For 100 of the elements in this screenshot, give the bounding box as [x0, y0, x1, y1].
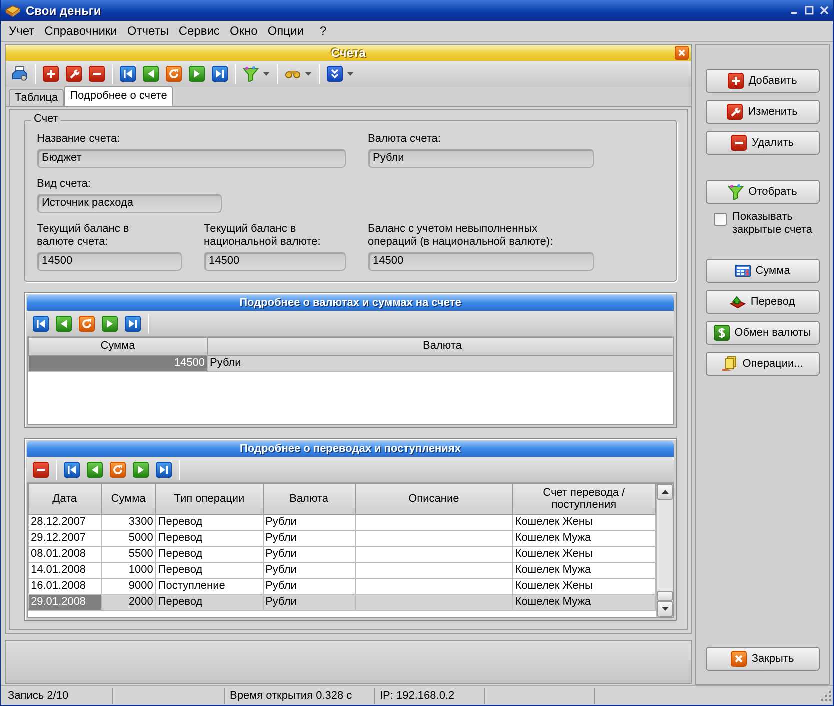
- menu-item[interactable]: Опции: [262, 22, 309, 40]
- action-button[interactable]: Перевод: [706, 290, 820, 314]
- refresh-icon[interactable]: [110, 462, 126, 478]
- table-row[interactable]: 29.01.2008 2000 Перевод Рубли Кошелек Мужа: [28, 594, 656, 610]
- scrollbar[interactable]: [656, 484, 673, 617]
- table-cell: 14500: [28, 355, 208, 371]
- checkbox-label: Показывать закрытые счета: [732, 211, 814, 237]
- close-button[interactable]: Закрыть: [706, 647, 820, 671]
- action-button[interactable]: Изменить: [706, 100, 820, 124]
- funnel-icon[interactable]: [243, 66, 259, 82]
- menu-item[interactable]: Отчеты: [122, 22, 174, 40]
- table-row[interactable]: 08.01.2008 5500 Перевод Рубли Кошелек Жены: [28, 546, 656, 562]
- table-cell: Перевод: [156, 562, 264, 578]
- field-label: Название счета:: [37, 133, 122, 146]
- action-button[interactable]: Добавить: [706, 69, 820, 93]
- action-button[interactable]: Обмен валюты: [706, 321, 820, 345]
- menu-item[interactable]: Учет: [4, 22, 40, 40]
- field-label: Текущий баланс в валюте счета:: [37, 223, 130, 249]
- double-chevron-icon[interactable]: [327, 66, 343, 82]
- wrench-icon[interactable]: [66, 66, 82, 82]
- input-field[interactable]: 14500: [368, 252, 594, 271]
- scroll-down-icon[interactable]: [662, 607, 668, 611]
- status-text: IP: 192.168.0.2: [375, 688, 485, 704]
- column-header[interactable]: Счет перевода / поступления: [512, 484, 656, 514]
- field-label: Валюта счета:: [368, 133, 442, 146]
- input-field[interactable]: Источник расхода: [37, 194, 222, 213]
- funnel-icon: [728, 184, 744, 200]
- table-cell: 3300: [101, 514, 156, 530]
- table-cell: 5500: [101, 546, 156, 562]
- close-icon[interactable]: [675, 46, 689, 60]
- menu-item[interactable]: ?: [314, 22, 332, 40]
- panel-header: Подробнее о валютах и суммах на счете: [27, 295, 674, 311]
- input-field[interactable]: 14500: [204, 252, 346, 271]
- book-arrow-icon: [730, 294, 746, 310]
- table-row[interactable]: 28.12.2007 3300 Перевод Рубли Кошелек Жены: [28, 514, 656, 530]
- refresh-icon[interactable]: [166, 66, 182, 82]
- caret-icon[interactable]: [263, 72, 270, 76]
- dollar-icon: [714, 325, 730, 341]
- menu-item[interactable]: Сервис: [174, 22, 225, 40]
- skip-forward-icon[interactable]: [212, 66, 228, 82]
- field-label: Баланс с учетом невыполненных операций (в национальной валюте):: [368, 223, 554, 249]
- printer-icon[interactable]: [12, 66, 28, 82]
- table-cell: Кошелек Мужа: [512, 562, 656, 578]
- table-cell: Перевод: [156, 594, 264, 610]
- column-header[interactable]: Тип операции: [156, 484, 264, 514]
- skip-forward-icon[interactable]: [156, 462, 172, 478]
- table-row[interactable]: 16.01.2008 9000 Поступление Рубли Кошелек Жены: [28, 578, 656, 594]
- field-label: Вид счета:: [37, 178, 92, 191]
- tab[interactable]: Подробнее о счете: [64, 86, 174, 106]
- skip-back-icon[interactable]: [120, 66, 136, 82]
- column-header[interactable]: Валюта: [263, 484, 356, 514]
- window-title: Свои деньги: [26, 4, 102, 18]
- panel-header: Подробнее о переводах и поступлениях: [27, 441, 674, 457]
- refresh-icon[interactable]: [79, 316, 95, 332]
- menu-item[interactable]: Окно: [224, 22, 263, 40]
- minus-icon[interactable]: [33, 462, 49, 478]
- table-row[interactable]: 14500 Рубли: [28, 355, 673, 371]
- column-header[interactable]: Сумма: [28, 338, 208, 355]
- menu-item[interactable]: Справочники: [40, 22, 122, 40]
- minus-icon[interactable]: [89, 66, 105, 82]
- input-field[interactable]: Бюджет: [37, 149, 346, 168]
- action-button[interactable]: Отобрать: [706, 180, 820, 204]
- resize-grip-icon[interactable]: [821, 690, 831, 700]
- table-cell: Рубли: [263, 562, 356, 578]
- tab[interactable]: Таблица: [9, 89, 64, 106]
- skip-back-icon[interactable]: [33, 316, 49, 332]
- maximize-icon[interactable]: [805, 6, 814, 15]
- table-cell: Перевод: [156, 546, 264, 562]
- table-cell: Рубли: [263, 546, 356, 562]
- input-field[interactable]: 14500: [37, 252, 182, 271]
- table-row[interactable]: 14.01.2008 1000 Перевод Рубли Кошелек Мужа: [28, 562, 656, 578]
- input-field[interactable]: Рубли: [368, 149, 594, 168]
- table-cell: Рубли: [263, 578, 356, 594]
- column-header[interactable]: Дата: [28, 484, 102, 514]
- table-cell: Рубли: [263, 594, 356, 610]
- close-icon: [730, 651, 747, 667]
- document-stack-icon: [722, 356, 738, 372]
- caret-icon[interactable]: [305, 72, 312, 76]
- table-cell: Поступление: [156, 578, 264, 594]
- checkbox[interactable]: [714, 213, 726, 226]
- table-cell: Кошелек Жены: [512, 546, 656, 562]
- scroll-up-icon[interactable]: [662, 490, 668, 494]
- status-text: Время открытия 0.328 с: [225, 688, 375, 704]
- table-cell: Перевод: [156, 514, 264, 530]
- plus-icon[interactable]: [43, 66, 59, 82]
- table-cell: Кошелек Жены: [512, 514, 656, 530]
- skip-back-icon[interactable]: [64, 462, 80, 478]
- table-cell: 29.12.2007: [28, 530, 102, 546]
- action-button[interactable]: Сумма: [706, 259, 820, 283]
- scroll-thumb[interactable]: [657, 591, 673, 601]
- column-header[interactable]: Сумма: [101, 484, 156, 514]
- table-row[interactable]: 29.12.2007 5000 Перевод Рубли Кошелек Мужа: [28, 530, 656, 546]
- table-cell: Кошелек Жены: [512, 578, 656, 594]
- table-cell: 08.01.2008: [28, 546, 102, 562]
- skip-forward-icon[interactable]: [125, 316, 141, 332]
- caret-icon[interactable]: [347, 72, 354, 76]
- action-button[interactable]: Удалить: [706, 131, 820, 155]
- action-button[interactable]: Операции...: [706, 352, 820, 376]
- column-header[interactable]: Валюта: [208, 338, 673, 355]
- column-header[interactable]: Описание: [355, 484, 513, 514]
